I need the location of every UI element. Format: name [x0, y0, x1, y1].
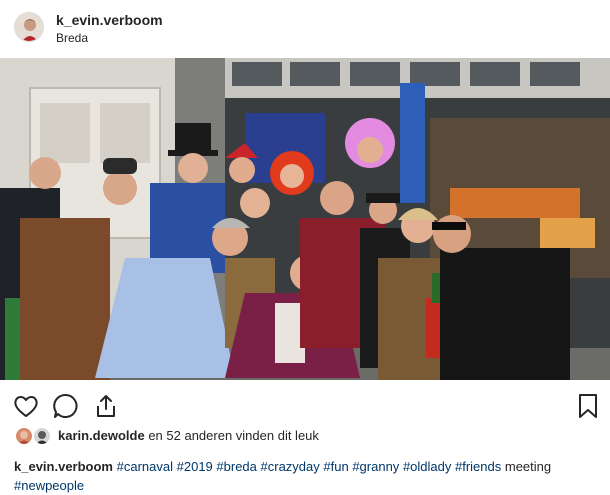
post-username[interactable]: k_evin.verboom: [56, 12, 163, 28]
hashtag-crazyday[interactable]: #crazyday: [261, 459, 320, 474]
likes-rest[interactable]: en 52 anderen vinden dit leuk: [148, 428, 319, 443]
post-header: k_evin.verboom Breda: [0, 0, 610, 58]
hashtag-friends[interactable]: #friends: [455, 459, 501, 474]
heart-icon[interactable]: [12, 392, 40, 420]
share-icon[interactable]: [92, 392, 120, 420]
comment-icon[interactable]: [52, 392, 80, 420]
hashtag-fun[interactable]: #fun: [323, 459, 348, 474]
likes-text: karin.dewolde en 52 anderen vinden dit l…: [58, 428, 319, 443]
user-avatar[interactable]: [14, 12, 44, 42]
post-location[interactable]: Breda: [56, 31, 88, 45]
post-photo[interactable]: [0, 58, 610, 380]
likes-row: karin.dewolde en 52 anderen vinden dit l…: [14, 426, 594, 446]
hashtag-carnaval[interactable]: #carnaval: [117, 459, 173, 474]
caption: k_evin.verboom #carnaval #2019 #breda #c…: [14, 457, 599, 495]
caption-word: meeting: [504, 459, 552, 474]
caption-username[interactable]: k_evin.verboom: [14, 459, 113, 474]
hashtag-2019[interactable]: #2019: [177, 459, 213, 474]
hashtag-breda[interactable]: #breda: [216, 459, 256, 474]
group-photo-image: [0, 58, 610, 380]
hashtag-oldlady[interactable]: #oldlady: [403, 459, 451, 474]
action-bar: [0, 380, 610, 426]
liker-avatar-1[interactable]: [14, 426, 34, 446]
liker-avatar-2[interactable]: [32, 426, 52, 446]
first-liker-link[interactable]: karin.dewolde: [58, 428, 145, 443]
hashtag-newpeople[interactable]: #newpeople: [14, 478, 84, 493]
hashtag-granny[interactable]: #granny: [352, 459, 399, 474]
bookmark-icon[interactable]: [574, 392, 602, 420]
